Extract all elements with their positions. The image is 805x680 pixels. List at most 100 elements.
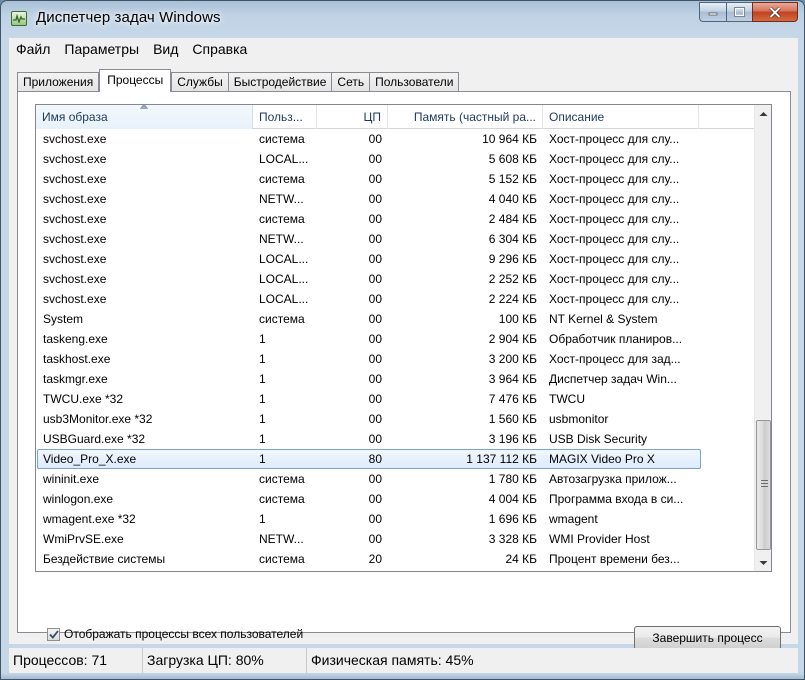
- cell-description: TWCU: [549, 392, 585, 406]
- table-row[interactable]: svchost.exe LOCAL... 00 9 296 КБ Хост-процес…: [36, 249, 754, 269]
- cell-memory: 3 200 КБ: [488, 352, 537, 366]
- maximize-button[interactable]: [726, 2, 752, 22]
- end-process-button[interactable]: Завершить процесс: [634, 626, 781, 650]
- title-bar[interactable]: Диспетчер задач Windows: [1, 1, 804, 35]
- cell-description: Процент времени без...: [549, 552, 680, 566]
- column-label-description: Описание: [549, 110, 605, 124]
- cell-image-name: Video_Pro_X.exe: [43, 452, 137, 466]
- tab-networking[interactable]: Сеть: [331, 72, 371, 92]
- tab-users[interactable]: Пользователи: [369, 72, 460, 92]
- cell-cpu: 00: [368, 212, 382, 226]
- tab-services[interactable]: Службы: [171, 72, 229, 92]
- status-physical-memory: Физическая память: 45%: [311, 652, 474, 668]
- cell-cpu: 00: [368, 392, 382, 406]
- minimize-button[interactable]: [699, 2, 726, 22]
- column-header-image-name[interactable]: Имя образа: [36, 105, 253, 129]
- cell-user: система: [259, 132, 305, 146]
- table-row[interactable]: taskmgr.exe 1 00 3 964 КБ Диспетчер задач Wi…: [36, 369, 754, 389]
- show-all-users-checkbox[interactable]: [47, 627, 60, 641]
- cell-description: Хост-процесс для слу...: [549, 172, 680, 186]
- client-area: Приложения Процессы Службы Быстродействи…: [9, 60, 798, 650]
- show-all-users-option[interactable]: Отображать процессы всех пользователей: [47, 626, 303, 642]
- cell-cpu: 00: [368, 292, 382, 306]
- vertical-scrollbar[interactable]: [754, 105, 771, 571]
- list-header: Имя образа Польз... ЦП Память (частный р…: [36, 105, 754, 129]
- table-row[interactable]: Бездействие системы система 20 24 КБ Процент…: [36, 549, 754, 569]
- cell-memory: 9 296 КБ: [488, 252, 537, 266]
- maximize-icon: [734, 7, 745, 17]
- table-row[interactable]: svchost.exe система 00 10 964 КБ Хост-процес…: [36, 129, 754, 149]
- cell-cpu: 00: [368, 352, 382, 366]
- cell-user: система: [259, 172, 305, 186]
- cell-image-name: taskhost.exe: [43, 352, 111, 366]
- cell-user: LOCAL...: [259, 252, 309, 266]
- cell-user: LOCAL...: [259, 152, 309, 166]
- cell-user: система: [259, 212, 305, 226]
- table-row[interactable]: TWCU.exe *32 1 00 7 476 КБ TWCU: [36, 389, 754, 409]
- table-row[interactable]: wmagent.exe *32 1 00 1 696 КБ wmagent: [36, 509, 754, 529]
- table-row[interactable]: wininit.exe система 00 1 780 КБ Автозагрузка…: [36, 469, 754, 489]
- column-label-user: Польз...: [259, 110, 303, 124]
- cell-memory: 5 152 КБ: [488, 172, 537, 186]
- cell-description: Хост-процесс для слу...: [549, 132, 680, 146]
- table-row[interactable]: svchost.exe система 00 2 484 КБ Хост-процесс…: [36, 209, 754, 229]
- scroll-up-button[interactable]: [755, 105, 771, 122]
- scroll-down-button[interactable]: [755, 554, 771, 571]
- cell-cpu: 00: [368, 472, 382, 486]
- cell-description: Хост-процесс для слу...: [549, 232, 680, 246]
- cell-cpu: 00: [368, 192, 382, 206]
- menu-options[interactable]: Параметры: [57, 38, 146, 60]
- cell-cpu: 00: [368, 152, 382, 166]
- table-row[interactable]: taskhost.exe 1 00 3 200 КБ Хост-процесс для …: [36, 349, 754, 369]
- table-row[interactable]: svchost.exe система 00 5 152 КБ Хост-процесс…: [36, 169, 754, 189]
- checkmark-icon: [48, 629, 59, 639]
- column-header-user[interactable]: Польз...: [253, 105, 317, 129]
- cell-user: 1: [259, 432, 266, 446]
- cell-description: Хост-процесс для слу...: [549, 292, 680, 306]
- cell-image-name: svchost.exe: [43, 272, 107, 286]
- tab-applications[interactable]: Приложения: [17, 72, 100, 92]
- sort-ascending-icon: [140, 105, 148, 109]
- process-list[interactable]: Имя образа Польз... ЦП Память (частный р…: [35, 104, 772, 572]
- column-header-cpu[interactable]: ЦП: [317, 105, 388, 129]
- cell-user: NETW...: [259, 532, 304, 546]
- table-row[interactable]: taskeng.exe 1 00 2 904 КБ Обработчик планиро…: [36, 329, 754, 349]
- table-row[interactable]: svchost.exe LOCAL... 00 2 252 КБ Хост-процес…: [36, 269, 754, 289]
- cell-image-name: svchost.exe: [43, 252, 107, 266]
- cell-cpu: 00: [368, 512, 382, 526]
- cell-cpu: 00: [368, 232, 382, 246]
- cell-image-name: System: [43, 312, 84, 326]
- table-row[interactable]: svchost.exe LOCAL... 00 2 224 КБ Хост-процес…: [36, 289, 754, 309]
- close-button[interactable]: [752, 2, 798, 22]
- cell-cpu: 00: [368, 272, 382, 286]
- cell-user: LOCAL...: [259, 292, 309, 306]
- column-header-description[interactable]: Описание: [543, 105, 699, 129]
- menu-view[interactable]: Вид: [146, 38, 185, 60]
- processes-panel: Имя образа Польз... ЦП Память (частный р…: [17, 91, 791, 650]
- menu-bar: Файл Параметры Вид Справка: [9, 38, 798, 60]
- table-row[interactable]: USBGuard.exe *32 1 00 3 196 КБ USB Disk Secu…: [36, 429, 754, 449]
- tab-performance[interactable]: Быстродействие: [227, 72, 333, 92]
- menu-file[interactable]: Файл: [9, 38, 57, 60]
- table-row[interactable]: WmiPrvSE.exe NETW... 00 3 328 КБ WMI Provide…: [36, 529, 754, 549]
- column-header-filler: [699, 105, 754, 129]
- table-row[interactable]: usb3Monitor.exe *32 1 00 1 560 КБ usbmonitor: [36, 409, 754, 429]
- table-row[interactable]: svchost.exe NETW... 00 6 304 КБ Хост-процесс…: [36, 229, 754, 249]
- table-row[interactable]: System система 00 100 КБ NT Kernel & System: [36, 309, 754, 329]
- cell-cpu: 00: [368, 432, 382, 446]
- cell-description: MAGIX Video Pro X: [549, 452, 655, 466]
- cell-memory: 3 964 КБ: [488, 372, 537, 386]
- cell-description: Программа входа в си...: [549, 492, 684, 506]
- task-manager-app-icon: [11, 11, 27, 26]
- table-row[interactable]: winlogon.exe система 00 4 004 КБ Программа в…: [36, 489, 754, 509]
- column-header-memory[interactable]: Память (частный ра...: [388, 105, 543, 129]
- table-row[interactable]: svchost.exe LOCAL... 00 5 608 КБ Хост-процес…: [36, 149, 754, 169]
- cell-user: 1: [259, 352, 266, 366]
- cell-description: Автозагрузка прилож...: [549, 472, 677, 486]
- cell-user: NETW...: [259, 192, 304, 206]
- tab-processes[interactable]: Процессы: [99, 69, 172, 92]
- table-row[interactable]: svchost.exe NETW... 00 4 040 КБ Хост-процесс…: [36, 189, 754, 209]
- scroll-thumb[interactable]: [756, 420, 771, 550]
- menu-help[interactable]: Справка: [185, 38, 254, 60]
- table-row[interactable]: Video_Pro_X.exe 1 80 1 137 112 КБ MAGIX Vide…: [36, 449, 754, 469]
